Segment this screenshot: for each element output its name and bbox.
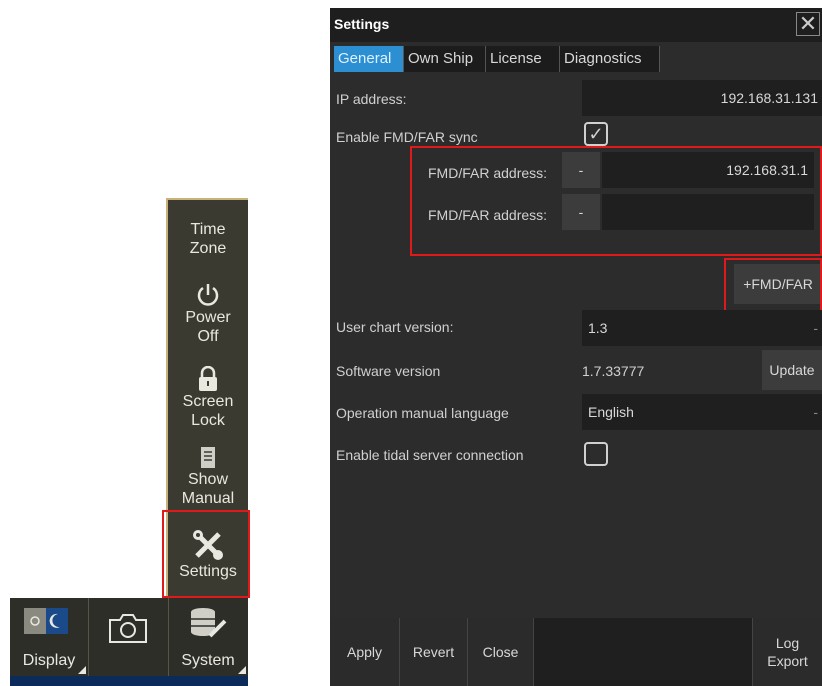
screen-label-2: Lock	[191, 412, 225, 429]
settings-highlight	[162, 510, 250, 598]
log-export-button[interactable]: Log Export	[752, 618, 822, 686]
close-button[interactable]: Close	[468, 618, 534, 686]
time-zone-label-1: Time	[190, 221, 226, 238]
dropdown-arrow-icon: -	[813, 404, 818, 420]
apply-button[interactable]: Apply	[330, 618, 400, 686]
revert-button[interactable]: Revert	[400, 618, 468, 686]
bottom-strip	[10, 676, 248, 686]
show-manual-button[interactable]: Show Manual	[168, 446, 248, 516]
fmd-sync-label: Enable FMD/FAR sync	[336, 129, 478, 145]
time-zone-button[interactable]: Time Zone	[168, 220, 248, 270]
title-bar	[330, 8, 822, 42]
tidal-label: Enable tidal server connection	[336, 447, 524, 463]
close-icon[interactable]: ✕	[796, 12, 820, 36]
screen-label-1: Screen	[182, 393, 234, 410]
tab-general[interactable]: General	[334, 46, 404, 72]
corner-triangle-icon	[238, 666, 246, 674]
add-fmd-highlight	[724, 258, 822, 312]
day-night-icon	[24, 608, 68, 634]
dialog-title: Settings	[334, 16, 390, 32]
settings-dialog: Settings ✕ General Own Ship License Diag…	[330, 8, 822, 686]
lock-icon	[199, 366, 217, 391]
update-button[interactable]: Update	[762, 350, 822, 390]
ip-address-label: IP address:	[336, 91, 407, 107]
bottom-bar: Display System	[10, 598, 248, 676]
dialog-footer: Apply Revert Close Log Export	[330, 618, 822, 686]
log-export-label-2: Export	[767, 653, 808, 669]
manual-language-value: English	[588, 404, 634, 420]
software-version-value: 1.7.33777	[582, 363, 645, 379]
tab-license[interactable]: License	[486, 46, 560, 72]
power-label-1: Power	[185, 309, 231, 326]
user-chart-label: User chart version:	[336, 319, 454, 335]
power-off-button[interactable]: Power Off	[168, 282, 248, 364]
fmd-address-highlight	[410, 146, 822, 256]
display-button[interactable]: Display	[10, 598, 89, 676]
database-wrench-icon	[191, 608, 227, 638]
log-export-label-1: Log	[775, 635, 800, 651]
display-label: Display	[22, 652, 76, 669]
tidal-checkbox[interactable]	[584, 442, 608, 466]
power-label-2: Off	[197, 328, 219, 345]
system-button[interactable]: System	[168, 598, 248, 676]
manual-label-1: Show	[187, 471, 229, 488]
time-zone-label-2: Zone	[189, 240, 227, 257]
screen-lock-button[interactable]: Screen Lock	[168, 366, 248, 442]
camera-button[interactable]	[88, 598, 169, 676]
fmd-sync-checkbox[interactable]: ✓	[584, 122, 608, 146]
corner-triangle-icon	[78, 666, 86, 674]
user-chart-value: 1.3	[588, 320, 608, 336]
camera-icon	[109, 614, 147, 643]
tab-own-ship[interactable]: Own Ship	[404, 46, 486, 72]
manual-language-label: Operation manual language	[336, 405, 509, 421]
manual-label-2: Manual	[181, 490, 235, 507]
dropdown-arrow-icon: -	[813, 320, 818, 336]
power-icon	[197, 284, 219, 306]
manual-icon	[201, 447, 215, 468]
ip-address-value: 192.168.31.131	[720, 90, 818, 106]
system-label: System	[181, 652, 235, 669]
user-chart-select[interactable]: 1.3 -	[582, 310, 822, 346]
software-version-label: Software version	[336, 363, 441, 379]
tab-diagnostics[interactable]: Diagnostics	[560, 46, 660, 72]
manual-language-select[interactable]: English -	[582, 394, 822, 430]
ip-address-field[interactable]: 192.168.31.131	[582, 80, 822, 116]
